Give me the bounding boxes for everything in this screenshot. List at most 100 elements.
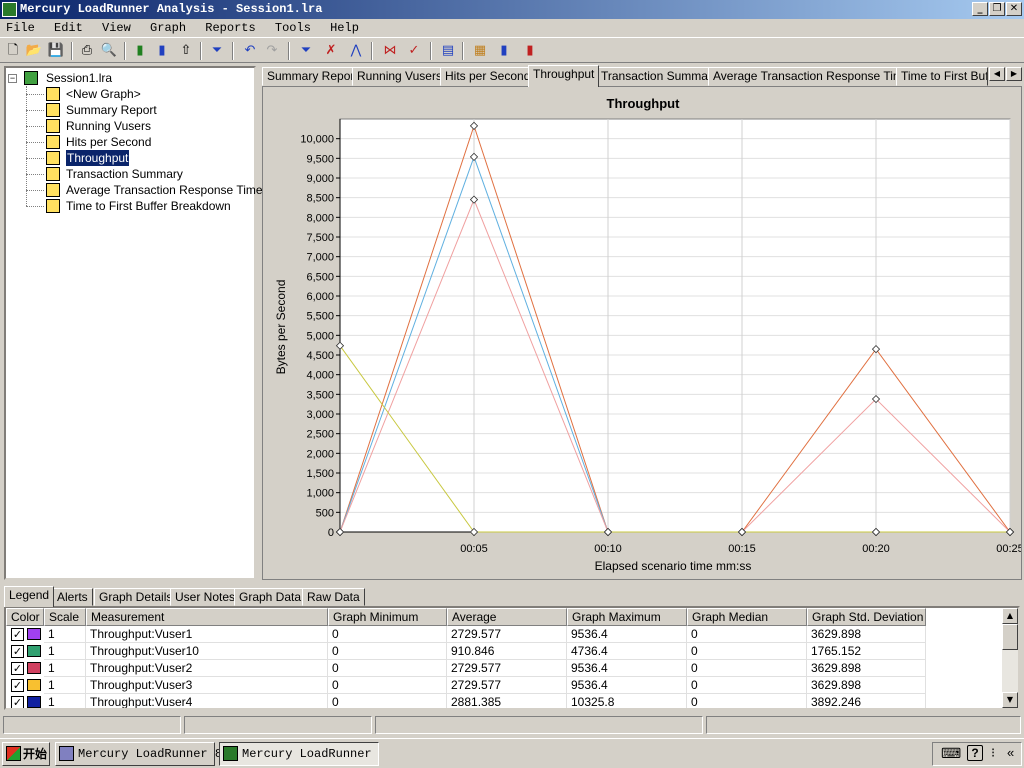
graph-icon[interactable]: ▮ <box>152 41 172 61</box>
legend-header[interactable]: Scale <box>44 608 86 626</box>
tab-raw-data[interactable]: Raw Data <box>302 588 365 606</box>
legend-header[interactable]: Average <box>447 608 567 626</box>
legend-checkbox[interactable]: ✓ <box>11 696 24 708</box>
tab-hits-per-second[interactable]: Hits per Second <box>440 67 536 86</box>
chart-options-icon[interactable]: ▮ <box>520 41 540 61</box>
tab-time-to-first-buffer[interactable]: Time to First Buffer <box>896 67 988 86</box>
chart-icon[interactable]: ▮ <box>494 41 514 61</box>
tray-icon[interactable]: ⁝ <box>991 745 995 761</box>
set-filter-icon[interactable]: ⏷ <box>296 41 316 61</box>
redo-icon[interactable]: ↷ <box>262 41 282 61</box>
task-loadrunner-label: Mercury LoadRunner 8.1 <box>78 747 237 761</box>
y-tick-label: 2,000 <box>306 448 334 460</box>
toolbar: 🗋 📂 💾 ⎙ 🔍 ▮ ▮ ⇧ ⏷ ↶ ↷ ⏷ ✗ ⋀ ⋈ ✓ ▤ ▦ ▮ ▮ <box>0 37 1024 63</box>
app-icon <box>2 2 17 17</box>
legend-cell-scale: 1 <box>44 626 86 643</box>
table-row[interactable]: ✓ 1 Throughput:Vuser3 0 2729.577 9536.4 0 3629.… <box>6 677 1006 694</box>
tab-legend[interactable]: Legend <box>4 586 55 607</box>
tab-summary-report[interactable]: Summary Report <box>262 67 363 86</box>
collapse-icon[interactable]: − <box>8 74 17 83</box>
table-row[interactable]: ✓ 1 Throughput:Vuser1 0 2729.577 9536.4 0 3629.… <box>6 626 1006 643</box>
tab-graph-data[interactable]: Graph Data <box>234 588 307 606</box>
tab-user-notes[interactable]: User Notes <box>170 588 241 606</box>
legend-color-swatch[interactable] <box>27 696 41 708</box>
correlate-icon[interactable]: ⋈ <box>380 41 400 61</box>
start-button[interactable]: 开始 <box>2 742 50 766</box>
tree-root-label: Session1.lra <box>46 71 113 85</box>
y-tick-label: 4,000 <box>306 370 334 382</box>
menu-view[interactable]: View <box>102 21 131 35</box>
graph-doc-icon <box>46 167 60 181</box>
minimize-button[interactable]: _ <box>972 2 988 16</box>
table-row[interactable]: ✓ 1 Throughput:Vuser4 0 2881.385 10325.8 0 3892… <box>6 694 1006 708</box>
filter-icon[interactable]: ⏷ <box>207 41 227 61</box>
scroll-down-icon[interactable]: ▼ <box>1002 692 1018 708</box>
tray-expand-icon[interactable]: « <box>1007 745 1014 760</box>
print-icon[interactable]: ⎙ <box>77 41 97 61</box>
legend-scrollbar[interactable]: ▲ ▼ <box>1002 608 1018 708</box>
scroll-thumb[interactable] <box>1002 624 1018 650</box>
legend-cell-std: 3629.898 <box>807 660 926 677</box>
undo-icon[interactable]: ↶ <box>240 41 260 61</box>
restore-button[interactable]: ❐ <box>989 2 1005 16</box>
table-row[interactable]: ✓ 1 Throughput:Vuser2 0 2729.577 9536.4 0 3629.… <box>6 660 1006 677</box>
graph-panel: Throughput Bytes per Second Elapsed scen… <box>262 86 1024 580</box>
legend-color-swatch[interactable] <box>27 662 41 674</box>
legend-header[interactable]: Color <box>6 608 44 626</box>
legend-header[interactable]: Graph Median <box>687 608 807 626</box>
tab-alerts[interactable]: Alerts <box>52 588 93 606</box>
tab-average-transaction-response-time[interactable]: Average Transaction Response Time <box>708 67 915 86</box>
legend-header[interactable]: Graph Maximum <box>567 608 687 626</box>
legend-color-swatch[interactable] <box>27 645 41 657</box>
export-icon[interactable]: ⇧ <box>176 41 196 61</box>
close-button[interactable]: ✕ <box>1006 2 1022 16</box>
tab-scroll-right-icon[interactable]: ▶ <box>1006 67 1022 81</box>
menu-reports[interactable]: Reports <box>205 21 255 35</box>
merge-icon[interactable]: ⋀ <box>346 41 366 61</box>
save-icon[interactable]: 💾 <box>46 41 66 61</box>
system-tray: ⌨ ? ⁝ « <box>932 742 1022 766</box>
task-analysis[interactable]: Mercury LoadRunner ... <box>219 742 379 766</box>
graph-doc-icon <box>46 183 60 197</box>
scroll-up-icon[interactable]: ▲ <box>1002 608 1018 624</box>
chart-title: Throughput <box>607 96 681 111</box>
legend-color-swatch[interactable] <box>27 679 41 691</box>
add-graph-icon[interactable]: ▮ <box>130 41 150 61</box>
legend-header[interactable]: Graph Minimum <box>328 608 447 626</box>
legend-checkbox[interactable]: ✓ <box>11 679 24 692</box>
session-icon <box>24 71 38 85</box>
tab-transaction-summary[interactable]: Transaction Summary <box>596 67 723 86</box>
menu-help[interactable]: Help <box>330 21 359 35</box>
legend-checkbox[interactable]: ✓ <box>11 628 24 641</box>
legend-cell-avg: 2881.385 <box>447 694 567 708</box>
open-icon[interactable]: 📂 <box>24 41 44 61</box>
legend-header[interactable]: Graph Std. Deviation <box>807 608 926 626</box>
legend-header[interactable]: Measurement <box>86 608 328 626</box>
menu-graph[interactable]: Graph <box>150 21 186 35</box>
legend-checkbox[interactable]: ✓ <box>11 645 24 658</box>
legend-icon[interactable]: ▦ <box>470 41 490 61</box>
throughput-chart[interactable]: Throughput Bytes per Second Elapsed scen… <box>263 87 1024 579</box>
new-icon[interactable]: 🗋 <box>3 41 23 61</box>
menu-file[interactable]: File <box>6 21 35 35</box>
legend-checkbox[interactable]: ✓ <box>11 662 24 675</box>
tree-connector <box>26 174 44 175</box>
task-loadrunner[interactable]: Mercury LoadRunner 8.1 <box>55 742 236 766</box>
tab-throughput[interactable]: Throughput <box>528 65 600 87</box>
tree-item-label: Time to First Buffer Breakdown <box>66 199 231 213</box>
legend-cell-measurement: Throughput:Vuser4 <box>86 694 328 708</box>
print-preview-icon[interactable]: 🔍 <box>99 41 119 61</box>
tab-running-vusers[interactable]: Running Vusers <box>352 67 447 86</box>
tab-graph-details[interactable]: Graph Details <box>94 588 178 606</box>
table-row[interactable]: ✓ 1 Throughput:Vuser10 0 910.846 4736.4 0 1765.… <box>6 643 1006 660</box>
menu-tools[interactable]: Tools <box>275 21 311 35</box>
report-icon[interactable]: ▤ <box>438 41 458 61</box>
keyboard-icon[interactable]: ⌨ <box>941 745 961 762</box>
raw-data-icon[interactable]: ✓ <box>404 41 424 61</box>
help-icon[interactable]: ? <box>967 745 983 761</box>
tab-scroll-left-icon[interactable]: ◀ <box>989 67 1005 81</box>
legend-color-swatch[interactable] <box>27 628 41 640</box>
menu-edit[interactable]: Edit <box>54 21 83 35</box>
clear-filter-icon[interactable]: ✗ <box>321 41 341 61</box>
tree-connector <box>26 158 44 159</box>
